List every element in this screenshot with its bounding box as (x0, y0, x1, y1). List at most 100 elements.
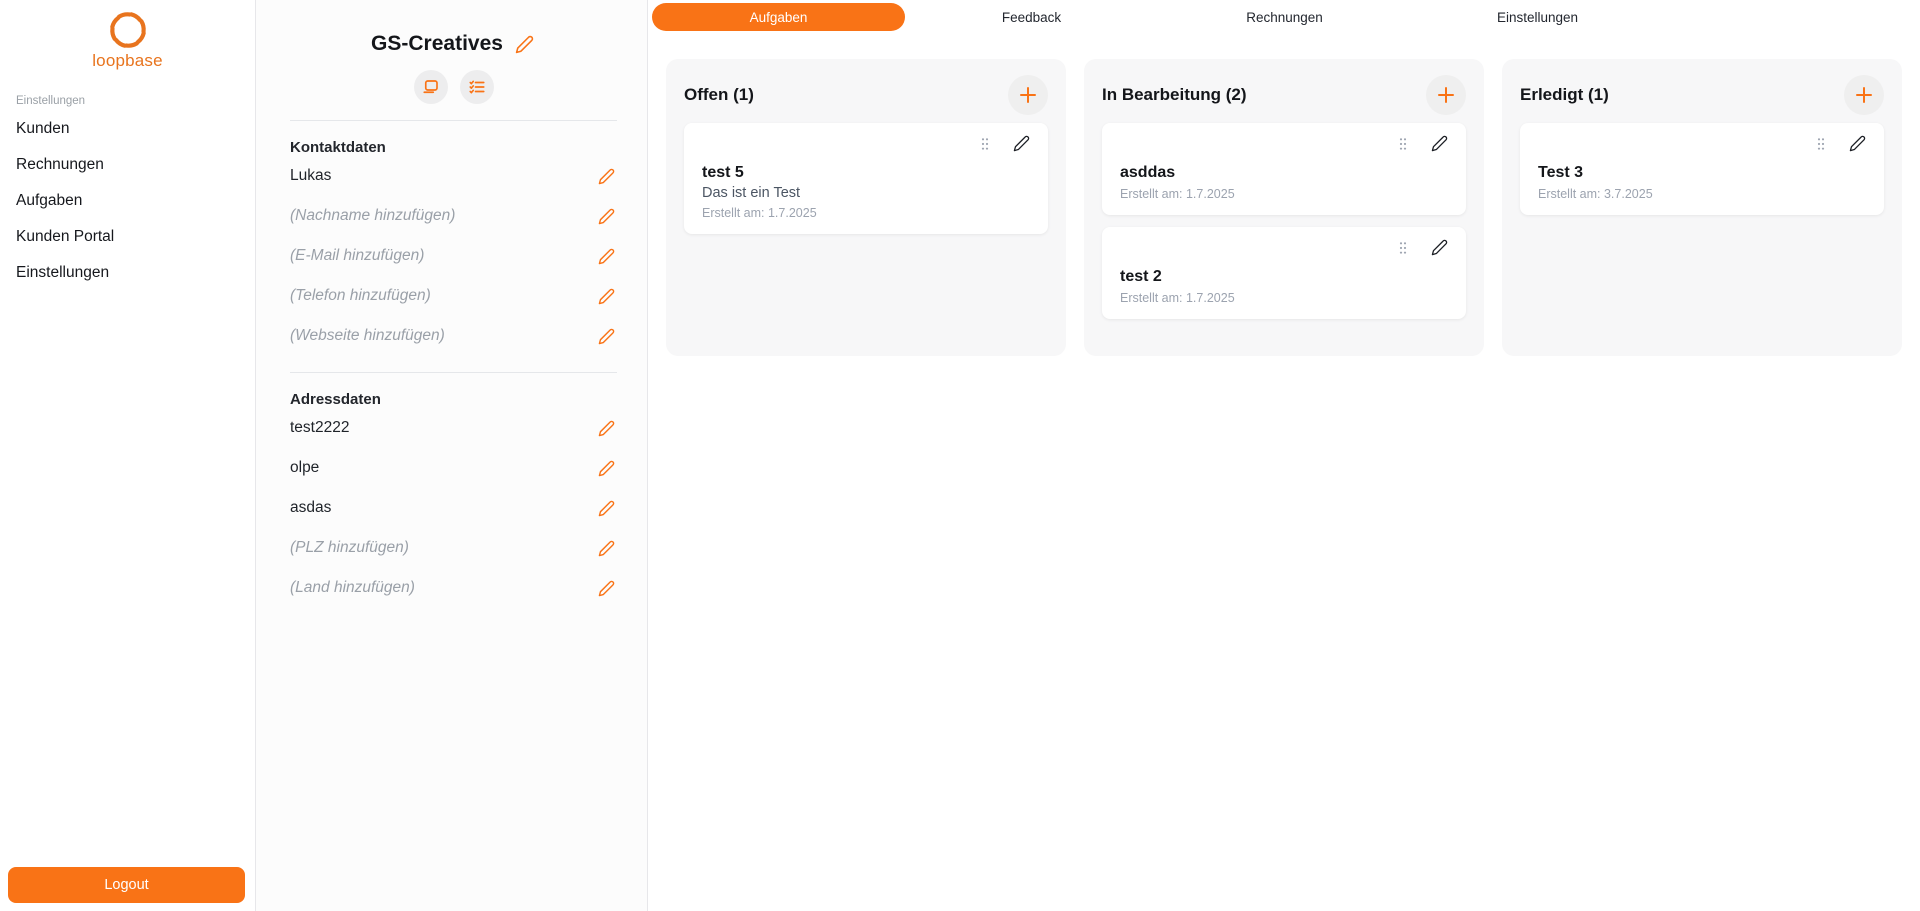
edit-field-button[interactable] (596, 166, 617, 187)
task-card[interactable]: test 5 Das ist ein Test Erstellt am: 1.7… (684, 123, 1048, 234)
sidebar-section-label: Einstellungen (16, 95, 255, 107)
edit-field-button[interactable] (596, 578, 617, 599)
edit-task-button[interactable] (1013, 135, 1030, 152)
address-section-heading: Adressdaten (290, 391, 617, 408)
task-created-date: Erstellt am: 1.7.2025 (702, 206, 1030, 220)
sidebar: loopbase Einstellungen Kunden Rechnungen… (0, 0, 256, 911)
logout-button[interactable]: Logout (8, 867, 245, 903)
drag-handle-icon[interactable] (977, 136, 993, 152)
pencil-icon (1431, 135, 1448, 152)
pencil-icon (598, 580, 615, 597)
task-title: asddas (1120, 164, 1448, 182)
customer-name-title: GS-Creatives (371, 32, 503, 56)
pencil-icon (598, 288, 615, 305)
customer-tasks-button[interactable] (460, 70, 494, 104)
pencil-icon (598, 460, 615, 477)
field-value: olpe (290, 459, 319, 477)
pencil-icon (598, 420, 615, 437)
sidebar-item-einstellungen[interactable]: Einstellungen (0, 255, 255, 291)
sidebar-item-kunden-portal[interactable]: Kunden Portal (0, 219, 255, 255)
field-value: asdas (290, 499, 331, 517)
field-land: (Land hinzufügen) (290, 568, 617, 608)
task-created-date: Erstellt am: 1.7.2025 (1120, 187, 1448, 201)
panel-divider (290, 372, 617, 373)
task-title: test 5 (702, 164, 1030, 182)
column-title: Offen (1) (684, 85, 754, 105)
edit-field-button[interactable] (596, 418, 617, 439)
edit-task-button[interactable] (1431, 135, 1448, 152)
field-telefon: (Telefon hinzufügen) (290, 276, 617, 316)
field-stadt: olpe (290, 448, 617, 488)
pencil-icon (598, 168, 615, 185)
plus-icon (1016, 83, 1040, 107)
sidebar-item-kunden[interactable]: Kunden (0, 111, 255, 147)
sidebar-item-rechnungen[interactable]: Rechnungen (0, 147, 255, 183)
add-task-button[interactable] (1426, 75, 1466, 115)
field-value: (PLZ hinzufügen) (290, 539, 409, 557)
pencil-icon (598, 208, 615, 225)
panel-divider (290, 120, 617, 121)
field-value: Lukas (290, 167, 331, 185)
pencil-icon (598, 248, 615, 265)
field-value: (Land hinzufügen) (290, 579, 415, 597)
task-description: Das ist ein Test (702, 185, 1030, 201)
tab-bar: Aufgaben Feedback Rechnungen Einstellung… (652, 0, 1920, 34)
task-card[interactable]: asddas Erstellt am: 1.7.2025 (1102, 123, 1466, 215)
customer-portal-button[interactable] (414, 70, 448, 104)
contact-section-heading: Kontaktdaten (290, 139, 617, 156)
field-value: test2222 (290, 419, 349, 437)
add-task-button[interactable] (1008, 75, 1048, 115)
logo: loopbase (0, 0, 255, 71)
task-title: test 2 (1120, 268, 1448, 286)
tab-einstellungen[interactable]: Einstellungen (1411, 0, 1664, 34)
edit-field-button[interactable] (596, 286, 617, 307)
edit-field-button[interactable] (596, 326, 617, 347)
column-title: In Bearbeitung (2) (1102, 85, 1247, 105)
swirl-logo-icon (105, 7, 151, 53)
add-task-button[interactable] (1844, 75, 1884, 115)
tab-rechnungen[interactable]: Rechnungen (1158, 0, 1411, 34)
edit-task-button[interactable] (1849, 135, 1866, 152)
kanban-board: Offen (1) (649, 34, 1920, 356)
edit-task-button[interactable] (1431, 239, 1448, 256)
field-vorname: Lukas (290, 156, 617, 196)
field-value: (Webseite hinzufügen) (290, 327, 445, 345)
pencil-icon (1431, 239, 1448, 256)
task-card[interactable]: test 2 Erstellt am: 1.7.2025 (1102, 227, 1466, 319)
customer-detail-panel: GS-Creatives Kontaktdaten Lukas (Nachnam… (256, 0, 648, 911)
task-created-date: Erstellt am: 1.7.2025 (1120, 291, 1448, 305)
kanban-column-offen: Offen (1) (666, 59, 1066, 356)
field-value: (Nachname hinzufügen) (290, 207, 455, 225)
pencil-icon (598, 500, 615, 517)
main-content: Aufgaben Feedback Rechnungen Einstellung… (649, 0, 1920, 911)
field-zusatz: asdas (290, 488, 617, 528)
sidebar-nav: Kunden Rechnungen Aufgaben Kunden Portal… (0, 111, 255, 291)
edit-customer-name-button[interactable] (513, 33, 536, 56)
task-title: Test 3 (1538, 164, 1866, 182)
field-nachname: (Nachname hinzufügen) (290, 196, 617, 236)
pencil-icon (515, 35, 534, 54)
edit-field-button[interactable] (596, 246, 617, 267)
kanban-column-erledigt: Erledigt (1) (1502, 59, 1902, 356)
task-card[interactable]: Test 3 Erstellt am: 3.7.2025 (1520, 123, 1884, 215)
field-value: (Telefon hinzufügen) (290, 287, 431, 305)
kanban-column-in-bearbeitung: In Bearbeitung (2) (1084, 59, 1484, 356)
tab-feedback[interactable]: Feedback (905, 0, 1158, 34)
field-plz: (PLZ hinzufügen) (290, 528, 617, 568)
edit-field-button[interactable] (596, 458, 617, 479)
tab-aufgaben[interactable]: Aufgaben (652, 3, 905, 31)
drag-handle-icon[interactable] (1395, 136, 1411, 152)
field-value: (E-Mail hinzufügen) (290, 247, 424, 265)
field-email: (E-Mail hinzufügen) (290, 236, 617, 276)
checklist-icon (468, 78, 486, 96)
pencil-icon (598, 328, 615, 345)
field-webseite: (Webseite hinzufügen) (290, 316, 617, 356)
brand-name: loopbase (92, 51, 163, 71)
drag-handle-icon[interactable] (1813, 136, 1829, 152)
column-title: Erledigt (1) (1520, 85, 1609, 105)
edit-field-button[interactable] (596, 498, 617, 519)
edit-field-button[interactable] (596, 206, 617, 227)
sidebar-item-aufgaben[interactable]: Aufgaben (0, 183, 255, 219)
drag-handle-icon[interactable] (1395, 240, 1411, 256)
edit-field-button[interactable] (596, 538, 617, 559)
